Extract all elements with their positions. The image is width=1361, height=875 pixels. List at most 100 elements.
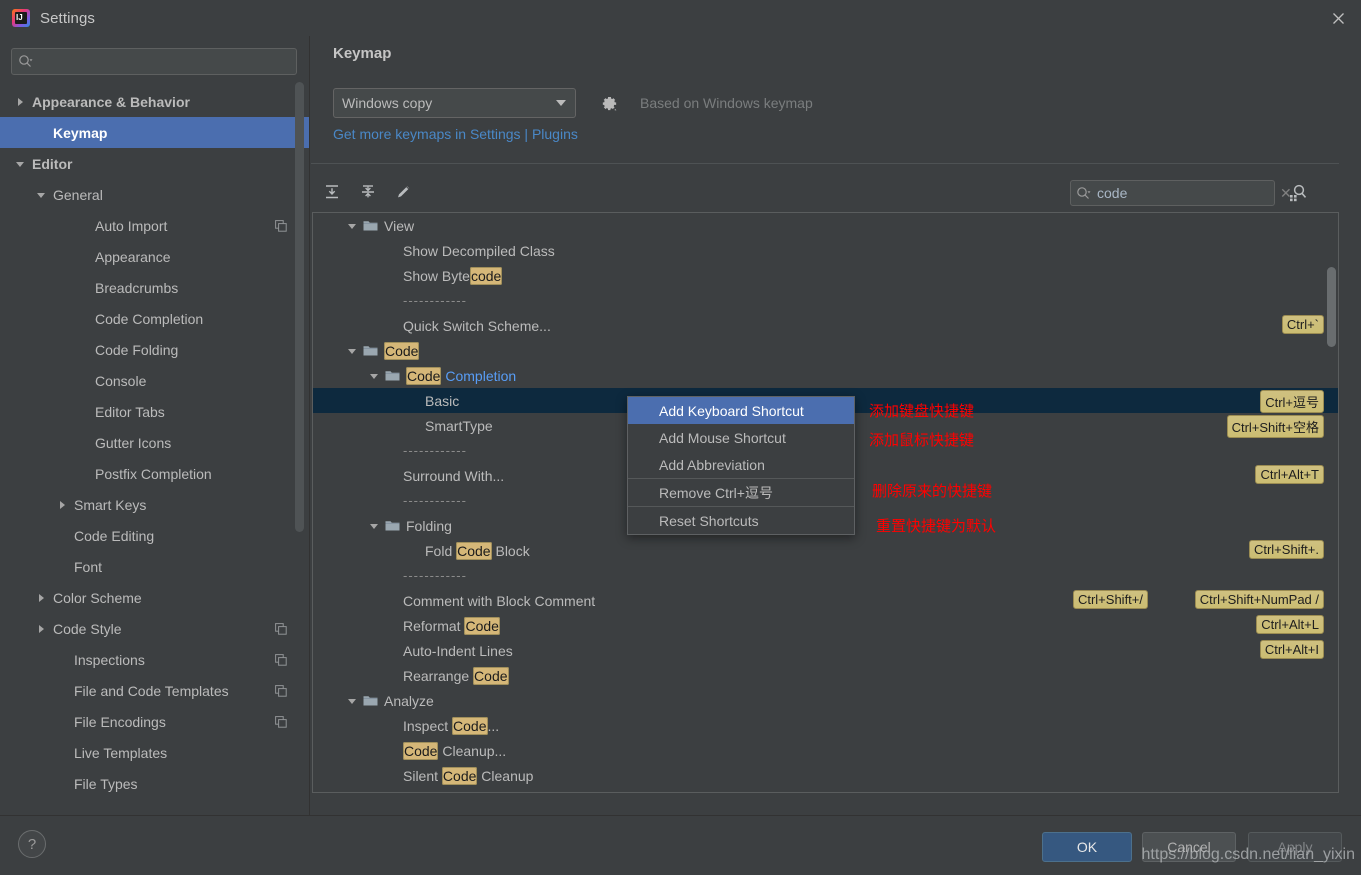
tree-action-row[interactable]: Silent Code Cleanup (313, 763, 1338, 788)
context-menu-item[interactable]: Add Abbreviation (628, 451, 854, 478)
sidebar-item-label: Editor (32, 155, 73, 172)
help-button[interactable]: ? (18, 830, 46, 858)
tree-row-label: Silent Code Cleanup (403, 766, 534, 785)
sidebar-item-live-templates[interactable]: Live Templates (0, 737, 309, 768)
tree-row-label: Code (384, 341, 420, 360)
search-box[interactable] (11, 48, 297, 75)
ok-button[interactable]: OK (1042, 832, 1132, 862)
sidebar-item-smart-keys[interactable]: Smart Keys (0, 489, 309, 520)
sidebar-item-inspections[interactable]: Inspections (0, 644, 309, 675)
tree-action-row[interactable]: Fold Code Block Ctrl+Shift+. (313, 538, 1338, 563)
tree-row-label: Folding (406, 517, 452, 534)
search-match-highlight: Code (441, 766, 478, 785)
apply-button[interactable]: Apply (1248, 832, 1342, 862)
chevron-down-icon[interactable] (345, 346, 359, 356)
copy-settings-icon[interactable] (275, 684, 287, 697)
find-box[interactable]: ✕ (1070, 180, 1292, 206)
search-match-highlight: code (469, 266, 503, 285)
tree-action-row[interactable]: Inspect Code... (313, 713, 1338, 738)
tree-action-row[interactable]: Code Cleanup... (313, 738, 1338, 763)
sidebar-item-auto-import[interactable]: Auto Import (0, 210, 309, 241)
find-by-shortcut-icon[interactable] (1285, 180, 1311, 206)
dialog-footer: ? OK Cancel Apply https://blog.csdn.net/… (0, 815, 1361, 875)
sidebar-item-file-encodings[interactable]: File Encodings (0, 706, 309, 737)
sidebar-item-editor[interactable]: Editor (0, 148, 309, 179)
copy-settings-icon[interactable] (275, 622, 287, 635)
tree-group-row[interactable]: View (313, 213, 1338, 238)
chevron-down-icon[interactable] (367, 521, 381, 531)
find-input[interactable] (1097, 185, 1278, 201)
sidebar-item-file-and-code-templates[interactable]: File and Code Templates (0, 675, 309, 706)
sidebar-item-appearance-behavior[interactable]: Appearance & Behavior (0, 86, 309, 117)
tree-row-label: Fold Code Block (425, 541, 530, 560)
chevron-right-icon[interactable] (56, 499, 68, 511)
tree-group-row[interactable]: Code (313, 338, 1338, 363)
sidebar-item-font[interactable]: Font (0, 551, 309, 582)
tree-action-row[interactable]: Rearrange Code (313, 663, 1338, 688)
tree-action-row[interactable]: Auto-Indent Lines Ctrl+Alt+I (313, 638, 1338, 663)
context-menu-item[interactable]: Remove Ctrl+逗号 (628, 479, 854, 506)
settings-dialog: IJ Settings Appearance & Behavior Keymap… (0, 0, 1361, 875)
copy-settings-icon[interactable] (275, 653, 287, 666)
chevron-down-icon[interactable] (14, 158, 26, 170)
search-icon (1076, 186, 1091, 201)
get-more-keymaps-link[interactable]: Get more keymaps in Settings | Plugins (333, 126, 578, 142)
sidebar-item-code-folding[interactable]: Code Folding (0, 334, 309, 365)
sidebar-item-code-style[interactable]: Code Style (0, 613, 309, 644)
tree-group-row[interactable]: Code Completion (313, 363, 1338, 388)
keymap-find-wrap: ✕ (1070, 180, 1311, 206)
close-icon[interactable] (1315, 0, 1361, 36)
expand-all-icon[interactable] (319, 179, 345, 205)
tree-scrollbar[interactable] (1327, 267, 1336, 347)
tree-action-row[interactable]: Reformat Code Ctrl+Alt+L (313, 613, 1338, 638)
copy-settings-icon[interactable] (275, 715, 287, 728)
sidebar-scrollbar[interactable] (295, 82, 304, 532)
tree-action-row[interactable]: Show Bytecode (313, 263, 1338, 288)
tree-action-row[interactable]: Comment with Block Comment Ctrl+Shift+Num… (313, 588, 1338, 613)
search-match-highlight: Code (473, 666, 509, 685)
sidebar-item-color-scheme[interactable]: Color Scheme (0, 582, 309, 613)
collapse-all-icon[interactable] (355, 179, 381, 205)
sidebar-item-editor-tabs[interactable]: Editor Tabs (0, 396, 309, 427)
sidebar-item-console[interactable]: Console (0, 365, 309, 396)
chevron-down-icon[interactable] (345, 221, 359, 231)
chevron-down-icon[interactable] (35, 189, 47, 201)
gear-icon[interactable] (598, 92, 620, 114)
sidebar-item-label: Font (74, 558, 103, 575)
chevron-right-icon[interactable] (35, 623, 47, 635)
search-input[interactable] (37, 54, 290, 69)
sidebar-item-code-editing[interactable]: Code Editing (0, 520, 309, 551)
shortcut-badge: Ctrl+Shift+NumPad / (1194, 590, 1324, 609)
sidebar-item-label: Breadcrumbs (95, 279, 179, 296)
chevron-right-icon[interactable] (35, 592, 47, 604)
tree-row-label: Surround With... (403, 467, 505, 484)
sidebar-item-keymap[interactable]: Keymap (0, 117, 309, 148)
shortcut-badge: Ctrl+Alt+T (1255, 465, 1324, 484)
sidebar-item-code-completion[interactable]: Code Completion (0, 303, 309, 334)
sidebar-item-appearance[interactable]: Appearance (0, 241, 309, 272)
sidebar-item-file-types[interactable]: File Types (0, 768, 309, 799)
shortcut-context-menu[interactable]: Add Keyboard Shortcut Add Mouse Shortcut A… (627, 396, 855, 535)
chevron-right-icon[interactable] (14, 96, 26, 108)
context-menu-item[interactable]: Add Mouse Shortcut (628, 424, 854, 451)
tree-separator-row: ------------ (313, 563, 1338, 588)
sidebar-item-label: Code Editing (74, 527, 155, 544)
cancel-button[interactable]: Cancel (1142, 832, 1236, 862)
context-menu-item[interactable]: Reset Shortcuts (628, 507, 854, 534)
copy-settings-icon[interactable] (275, 219, 287, 232)
chevron-down-icon[interactable] (345, 696, 359, 706)
sidebar-item-postfix-completion[interactable]: Postfix Completion (0, 458, 309, 489)
sidebar-item-general[interactable]: General (0, 179, 309, 210)
tree-group-row[interactable]: Analyze (313, 688, 1338, 713)
context-menu-item[interactable]: Add Keyboard Shortcut (628, 397, 854, 424)
sidebar-item-gutter-icons[interactable]: Gutter Icons (0, 427, 309, 458)
folder-icon (385, 369, 400, 382)
tree-action-row[interactable]: Quick Switch Scheme... Ctrl+` (313, 313, 1338, 338)
sidebar-item-label: Postfix Completion (95, 465, 212, 482)
sidebar-item-breadcrumbs[interactable]: Breadcrumbs (0, 272, 309, 303)
tree-action-row[interactable]: Show Decompiled Class (313, 238, 1338, 263)
edit-pencil-icon[interactable] (391, 179, 417, 205)
tree-row-label: View (384, 217, 415, 234)
chevron-down-icon[interactable] (367, 371, 381, 381)
keymap-scheme-dropdown[interactable]: Windows copy (333, 88, 576, 118)
